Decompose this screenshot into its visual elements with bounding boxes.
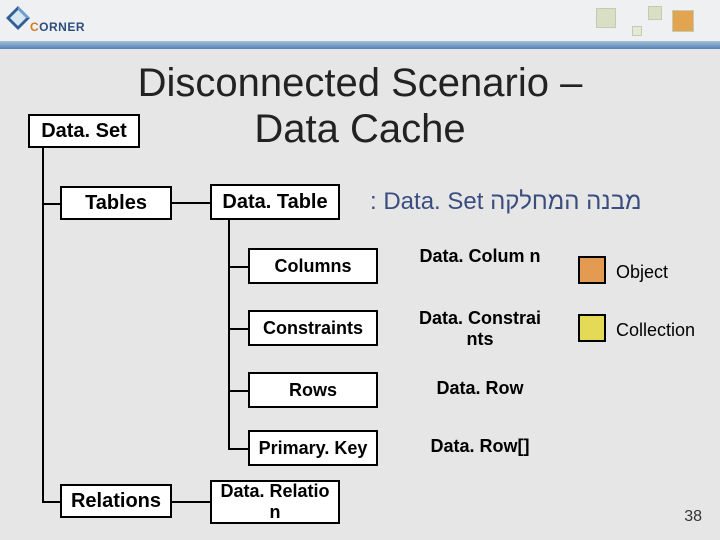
- tree-line: [172, 501, 210, 503]
- node-columns: Columns: [248, 248, 378, 284]
- header-decoration: [590, 4, 710, 40]
- tree-line: [228, 328, 248, 330]
- tree-line: [172, 202, 210, 204]
- node-dataset: Data. Set: [28, 114, 140, 148]
- logo: CORNER: [0, 0, 120, 42]
- type-dataconstraints: Data. Constrai nts: [410, 308, 550, 350]
- node-constraints: Constraints: [248, 310, 378, 346]
- header-bar: CORNER: [0, 0, 720, 42]
- legend-object-label: Object: [616, 262, 668, 283]
- legend-collection-swatch: [578, 314, 606, 342]
- tree-line: [42, 203, 60, 205]
- tree-line: [228, 266, 248, 268]
- type-datarowarr: Data. Row[]: [410, 436, 550, 457]
- legend-collection-label: Collection: [616, 320, 695, 341]
- slide-subtitle: מבנה המחלקה Data. Set :: [370, 188, 641, 216]
- legend-object-swatch: [578, 256, 606, 284]
- type-datacolumn: Data. Colum n: [410, 246, 550, 267]
- page-number: 38: [684, 508, 702, 526]
- slide-title: Disconnected Scenario – Data Cache: [110, 60, 610, 152]
- node-datatable: Data. Table: [210, 184, 340, 220]
- node-tables: Tables: [60, 186, 172, 220]
- tree-line: [42, 501, 60, 503]
- tree-line: [228, 448, 248, 450]
- tree-line: [42, 148, 44, 501]
- tree-line: [228, 220, 230, 448]
- node-datarelation: Data. Relatio n: [210, 480, 340, 524]
- node-rows: Rows: [248, 372, 378, 408]
- logo-icon: [4, 4, 32, 32]
- tree-line: [228, 390, 248, 392]
- logo-text: CORNER: [30, 20, 85, 34]
- node-relations: Relations: [60, 484, 172, 518]
- type-datarow: Data. Row: [410, 378, 550, 399]
- node-primarykey: Primary. Key: [248, 430, 378, 466]
